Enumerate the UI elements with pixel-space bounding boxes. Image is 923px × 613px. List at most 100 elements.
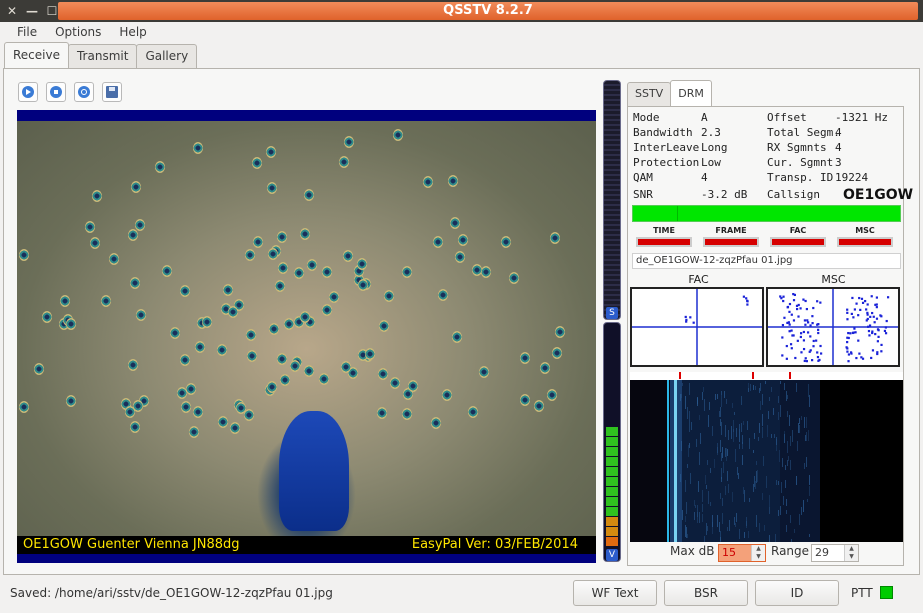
waterfall-display[interactable] [630, 380, 903, 542]
start-button[interactable] [18, 82, 38, 102]
constellation-point [812, 345, 815, 348]
waterfall-noise [689, 383, 691, 395]
waterfall-noise [735, 512, 737, 522]
tab-transmit[interactable]: Transmit [67, 44, 138, 68]
feather-eye [217, 416, 228, 429]
close-icon[interactable]: ✕ [4, 3, 20, 19]
bsr-button[interactable]: BSR [664, 580, 748, 606]
feather-eye [136, 309, 147, 322]
waterfall-noise [754, 433, 756, 439]
constellation-point [849, 332, 852, 335]
feather-eye [304, 364, 315, 377]
waterfall-noise [800, 415, 802, 420]
constellation-point [786, 306, 789, 309]
save-button[interactable] [102, 82, 122, 102]
feather-eye [376, 407, 387, 420]
received-image[interactable] [17, 121, 596, 536]
feather-eye [378, 367, 389, 380]
tab-receive[interactable]: Receive [4, 42, 69, 68]
spin-arrows-icon[interactable]: ▲ ▼ [751, 545, 765, 561]
waterfall-noise [741, 396, 743, 405]
constellation-point [799, 332, 803, 335]
bandwidth-key: Bandwidth [633, 126, 693, 139]
max-db-spinbox[interactable]: 15 ▲ ▼ [718, 544, 766, 562]
volume-meter-segment [606, 517, 618, 526]
constellation-point [792, 299, 796, 302]
waterfall-noise [768, 506, 770, 514]
constellation-point [799, 335, 802, 339]
volume-meter-segment [606, 497, 618, 506]
waterfall-noise [755, 460, 757, 466]
constellation-point [874, 303, 877, 306]
feather-eye [189, 425, 200, 438]
waterfall-noise [764, 524, 766, 531]
msc-constellation [766, 287, 900, 367]
menu-help[interactable]: Help [110, 22, 155, 42]
waterfall-noise [694, 511, 696, 521]
waterfall-noise [717, 446, 719, 456]
waterfall-noise [725, 398, 727, 405]
constellation-point [868, 324, 872, 327]
msc-plot-label: MSC [821, 273, 846, 286]
waterfall-noise [702, 513, 704, 522]
tab-gallery[interactable]: Gallery [136, 44, 198, 68]
constellation-point [866, 313, 869, 316]
volume-meter-segment [606, 437, 618, 446]
spin-arrows-icon[interactable]: ▲ ▼ [844, 545, 858, 561]
feather-eye [180, 400, 191, 413]
feather-eye [247, 350, 258, 363]
signal-meter: S [603, 80, 621, 320]
constellation-point [877, 335, 880, 338]
feather-eye [109, 253, 120, 266]
feather-eye [407, 379, 418, 392]
waterfall-noise [738, 429, 740, 442]
wf-text-button[interactable]: WF Text [573, 580, 657, 606]
menu-file[interactable]: File [8, 22, 46, 42]
id-button[interactable]: ID [755, 580, 839, 606]
constellation-point [867, 329, 871, 333]
image-caption-left: OE1GOW Guenter Vienna JN88dg [23, 537, 240, 552]
range-spinbox[interactable]: 29 ▲ ▼ [811, 544, 859, 562]
feather-eye [274, 279, 285, 292]
waterfall-noise [783, 382, 785, 391]
waterfall-noise [807, 384, 809, 397]
current-segment-key: Cur. Sgmnt [767, 156, 834, 169]
waterfall-noise [724, 425, 726, 437]
interleave-value: Long [701, 141, 728, 154]
waterfall-noise [701, 490, 703, 502]
constellation-point [805, 360, 808, 363]
waterfall-noise [806, 498, 808, 503]
menu-options[interactable]: Options [46, 22, 110, 42]
rx-segments-value: 4 [835, 141, 842, 154]
feather-eye [402, 265, 413, 278]
waterfall-marker [679, 372, 681, 379]
tab-sstv[interactable]: SSTV [627, 82, 672, 106]
feather-eye [554, 325, 565, 338]
feather-eye [244, 408, 255, 421]
tab-drm[interactable]: DRM [670, 80, 712, 106]
waterfall-noise [721, 394, 723, 408]
waterfall-noise [737, 466, 739, 476]
waterfall-noise [788, 415, 790, 426]
waterfall-noise [763, 455, 765, 467]
time-indicator: TIME [632, 226, 696, 248]
constellation-point [847, 331, 850, 335]
volume-meter-segment [606, 487, 618, 496]
waterfall-noise [766, 475, 768, 488]
minimize-icon[interactable]: — [24, 3, 40, 19]
received-filename: de_OE1GOW-12-zqzPfau 01.jpg [632, 253, 901, 269]
range-label: Range [771, 544, 810, 558]
waterfall-noise [696, 396, 698, 406]
stop-button[interactable] [46, 82, 66, 102]
fac-indicator-label: FAC [789, 226, 807, 235]
constellation-point [855, 302, 858, 305]
constellation-point [746, 300, 749, 303]
waterfall-noise [690, 421, 692, 431]
resync-button[interactable] [74, 82, 94, 102]
waterfall-noise [739, 529, 741, 539]
feather-eye [284, 317, 295, 330]
waterfall-noise [784, 434, 786, 444]
constellation-point [859, 308, 862, 312]
waterfall-noise [722, 462, 724, 474]
waterfall-noise [697, 511, 699, 524]
